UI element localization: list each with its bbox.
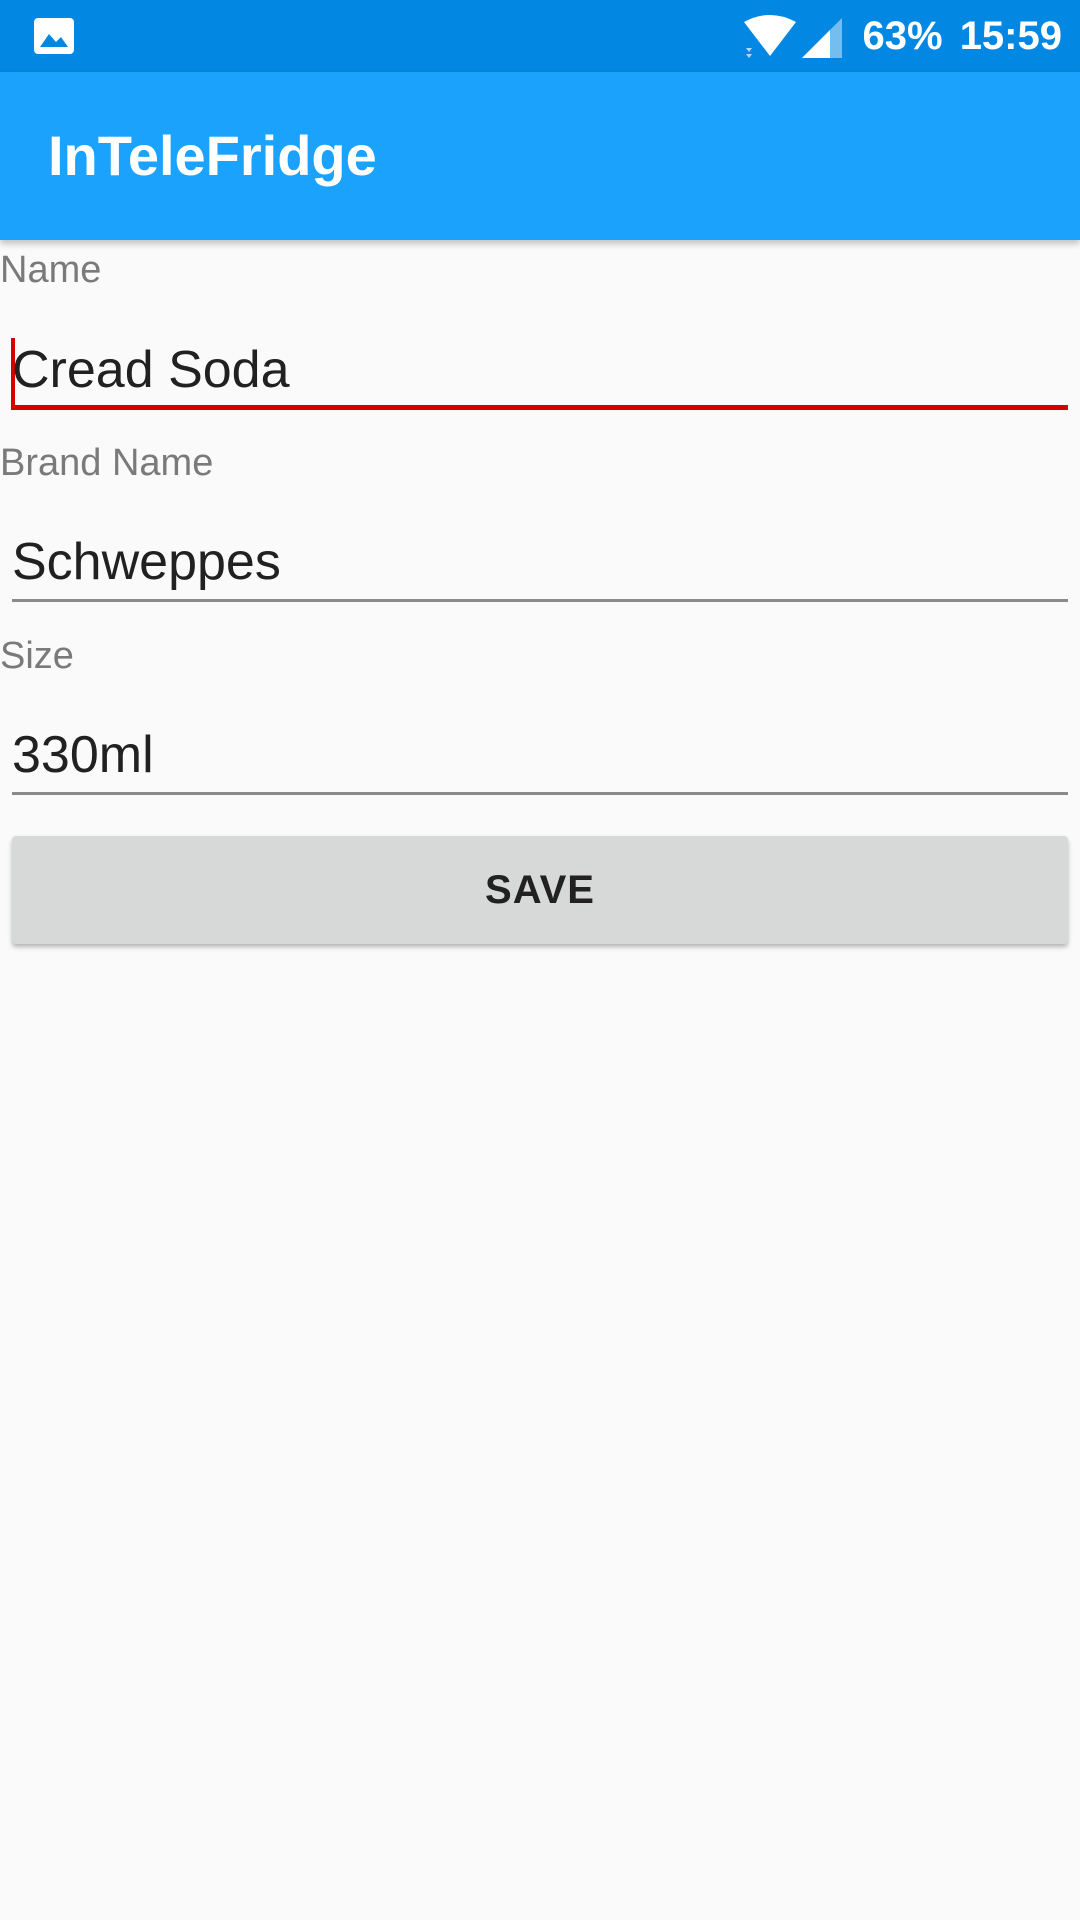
battery-level: 63% bbox=[862, 14, 943, 58]
size-field[interactable]: 330ml bbox=[12, 715, 1068, 795]
status-bar: 63% 15:59 bbox=[0, 0, 1080, 72]
size-label: Size bbox=[0, 635, 74, 677]
name-underline bbox=[12, 405, 1068, 410]
name-field[interactable]: Cread Soda bbox=[11, 330, 1068, 410]
brand-name-value[interactable]: Schweppes bbox=[12, 522, 281, 602]
name-value[interactable]: Cread Soda bbox=[12, 330, 290, 410]
size-underline bbox=[12, 792, 1068, 795]
image-icon bbox=[34, 18, 74, 54]
brand-name-label: Brand Name bbox=[0, 442, 214, 484]
app-title: InTeleFridge bbox=[48, 124, 377, 187]
status-text: 63% 15:59 bbox=[857, 10, 1063, 62]
save-button[interactable]: SAVE bbox=[12, 836, 1068, 944]
wifi-icon bbox=[744, 15, 796, 58]
brand-name-underline bbox=[12, 599, 1068, 602]
size-value[interactable]: 330ml bbox=[12, 715, 154, 795]
app-bar: InTeleFridge bbox=[0, 72, 1080, 240]
name-label: Name bbox=[0, 249, 102, 291]
clock: 15:59 bbox=[959, 14, 1062, 58]
brand-name-field[interactable]: Schweppes bbox=[12, 522, 1068, 602]
cell-signal-icon bbox=[802, 18, 842, 58]
